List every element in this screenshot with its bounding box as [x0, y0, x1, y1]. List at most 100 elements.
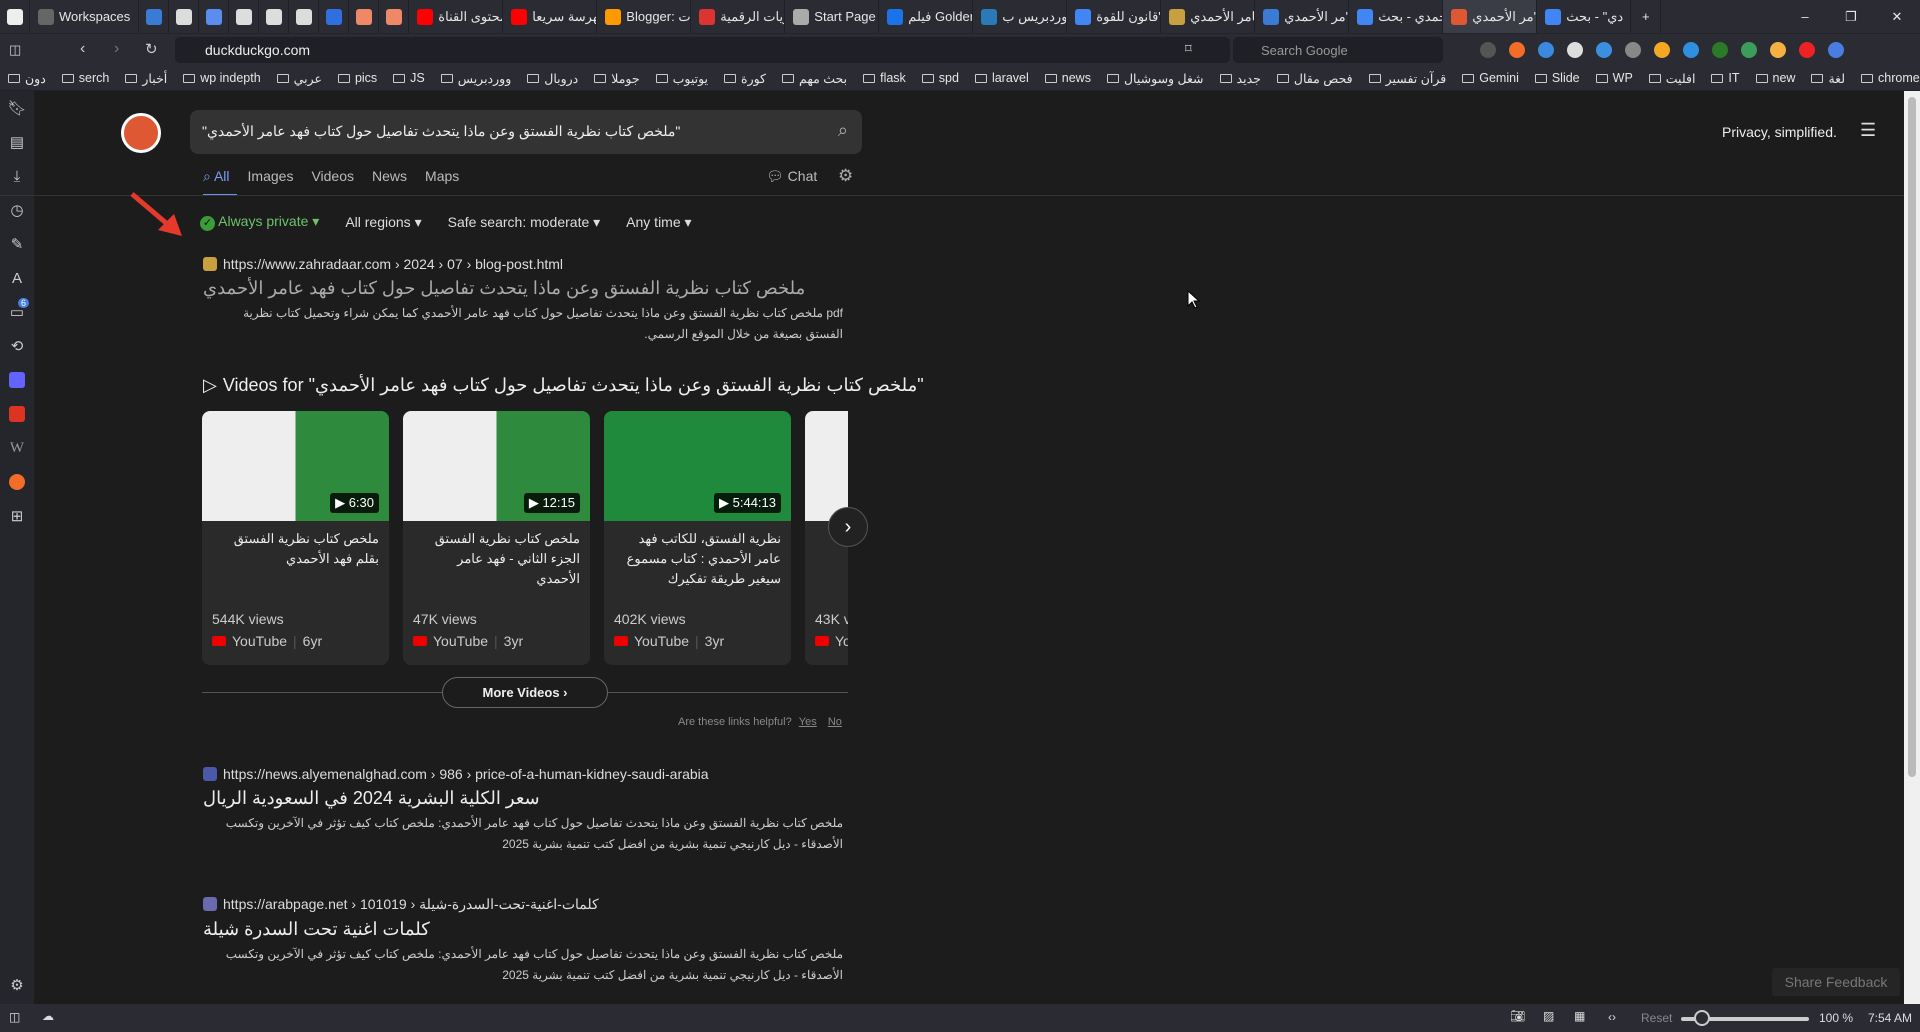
extension-panel-icon[interactable]	[0, 465, 34, 499]
extension-icon[interactable]	[1770, 42, 1786, 58]
privacy-filter[interactable]: ✓ Always private ▾	[200, 213, 319, 231]
region-filter[interactable]: All regions ▾	[345, 214, 421, 231]
mastodon-icon[interactable]	[0, 363, 34, 397]
bookmark-item[interactable]: دروبال	[519, 71, 586, 86]
browser-tab[interactable]	[259, 0, 290, 33]
browser-tab[interactable]: مر الأحمدي"	[1443, 0, 1538, 33]
extension-icon[interactable]	[1567, 42, 1583, 58]
search-engine-field[interactable]: Search Google	[1233, 37, 1443, 63]
extension-icon[interactable]	[1712, 42, 1728, 58]
browser-tab[interactable]: قانون للقوة"	[1067, 0, 1162, 33]
share-feedback-button[interactable]: Share Feedback	[1772, 968, 1900, 996]
scrollbar-thumb[interactable]	[1908, 97, 1916, 777]
bookmark-item[interactable]: Gemini	[1454, 71, 1527, 85]
bookmark-item[interactable]: flask	[855, 71, 914, 85]
zoom-slider-knob[interactable]	[1693, 1010, 1710, 1026]
carousel-next-button[interactable]: ›	[828, 507, 868, 547]
bookmark-item[interactable]: جوملا	[586, 71, 647, 86]
browser-tab[interactable]: ووردبريس ب	[973, 0, 1068, 33]
bookmark-item[interactable]: دون	[0, 71, 54, 86]
bookmark-item[interactable]: pics	[330, 71, 385, 85]
search-query[interactable]: "ملخص كتاب نظرية الفستق وعن ماذا يتحدث ت…	[202, 123, 680, 140]
search-tab-all[interactable]: ⌕ All	[203, 168, 230, 185]
result-url[interactable]: https://arabpage.net › 101019 › كلمات-اغ…	[203, 896, 843, 913]
browser-tab[interactable]	[229, 0, 260, 33]
bookmark-item[interactable]: laravel	[967, 71, 1037, 85]
translate-icon[interactable]: A	[0, 261, 34, 295]
bookmark-item[interactable]: Slide	[1527, 71, 1588, 85]
maximize-button[interactable]: ❐	[1828, 0, 1874, 33]
bookmark-item[interactable]: فحص مقال	[1269, 71, 1361, 86]
yes-link[interactable]: Yes	[799, 716, 817, 728]
videos-header[interactable]: ▷ Videos for "ملخص كتاب نظرية الفستق وعن …	[203, 375, 924, 396]
extension-icon[interactable]	[1625, 42, 1641, 58]
browser-tab[interactable]: فهرسة سريعا	[503, 0, 598, 33]
browser-tab[interactable]	[349, 0, 380, 33]
extension-icon[interactable]	[1683, 42, 1699, 58]
bookmark-item[interactable]: new	[1748, 71, 1804, 85]
browser-tab[interactable]: مر الأحمدي"	[1255, 0, 1350, 33]
panel-toggle-icon[interactable]: ◫	[9, 42, 21, 58]
browser-tab[interactable]	[319, 0, 350, 33]
browser-tab[interactable]: عامر الأحمدي	[1161, 0, 1256, 33]
no-link[interactable]: No	[828, 716, 842, 728]
bookmark-item[interactable]: كورة	[716, 71, 774, 86]
video-card[interactable]: ▶ 6:30 ملخص كتاب نظرية الفستق بقلم فهد ال…	[202, 411, 389, 665]
browser-tab[interactable]	[139, 0, 170, 33]
panel-toggle-icon[interactable]: ◫	[9, 1010, 20, 1024]
browser-tab[interactable]: فيلم Golden	[879, 0, 974, 33]
bookmark-item[interactable]: IT	[1703, 71, 1747, 85]
url-field[interactable]: duckduckgo.com	[175, 37, 1230, 63]
new-tab-button[interactable]: +	[1631, 0, 1662, 33]
scrollbar[interactable]	[1904, 91, 1920, 1004]
search-tab-images[interactable]: Images	[248, 168, 294, 185]
bookmark-item[interactable]: افليت	[1641, 71, 1704, 86]
result-url[interactable]: https://www.zahradaar.com › 2024 › 07 › …	[203, 256, 843, 272]
close-window-button[interactable]: ✕	[1874, 0, 1920, 33]
bookmark-item[interactable]: شغل وسوشيال	[1099, 71, 1212, 86]
browser-tab[interactable]: Start Page	[785, 0, 880, 33]
extension-icon[interactable]	[1509, 42, 1525, 58]
more-videos-button[interactable]: More Videos ›	[442, 677, 608, 708]
images-toggle-icon[interactable]: ▨	[1543, 1009, 1554, 1023]
time-filter[interactable]: Any time ▾	[626, 214, 691, 231]
result-title[interactable]: كلمات اغنية تحت السدرة شيلة	[203, 919, 843, 940]
ddg-logo[interactable]	[121, 113, 161, 153]
browser-tab[interactable]: دي" - بحث	[1537, 0, 1632, 33]
bookmark-item[interactable]: لغة	[1803, 71, 1853, 86]
search-icon[interactable]: ⌕	[838, 120, 848, 141]
chat-button[interactable]: 💬︎ Chat	[766, 168, 817, 185]
sync-icon[interactable]: ⟲	[0, 329, 34, 363]
extension-icon[interactable]	[1828, 42, 1844, 58]
extension-icon[interactable]	[1538, 42, 1554, 58]
add-panel-icon[interactable]: ⊞	[0, 499, 34, 533]
browser-tab[interactable]: ريات الرقمية	[691, 0, 786, 33]
search-box[interactable]: "ملخص كتاب نظرية الفستق وعن ماذا يتحدث ت…	[190, 110, 862, 154]
browser-tab[interactable]: Blogger: ات	[597, 0, 692, 33]
search-tab-maps[interactable]: Maps	[425, 168, 459, 185]
video-card[interactable]: ▶ 12:15 ملخص كتاب نظرية الفستق الجزء الثا…	[403, 411, 590, 665]
browser-tab[interactable]	[289, 0, 320, 33]
browser-tab[interactable]: حمدي - بحث	[1349, 0, 1444, 33]
bookmark-item[interactable]: عربي	[269, 71, 330, 86]
settings-gear-icon[interactable]: ⚙	[838, 166, 853, 186]
wikipedia-icon[interactable]: W	[0, 431, 34, 465]
sync-cloud-icon[interactable]: ☁	[42, 1009, 54, 1023]
bookmark-item[interactable]: يوتيوب	[648, 71, 716, 86]
downloads-icon[interactable]: ⤓	[0, 159, 34, 193]
history-icon[interactable]: ◷	[0, 193, 34, 227]
browser-tab[interactable]: محتوى القناة	[409, 0, 504, 33]
bookmark-item[interactable]: wp indepth	[175, 71, 268, 85]
result-title[interactable]: ملخص كتاب نظرية الفستق وعن ماذا يتحدث تف…	[203, 278, 843, 299]
search-tab-news[interactable]: News	[372, 168, 407, 185]
result-url[interactable]: https://news.alyemenalghad.com › 986 › p…	[203, 766, 843, 782]
bookmark-item[interactable]: spd	[914, 71, 967, 85]
page-actions-icon[interactable]: ‹›	[1608, 1010, 1616, 1024]
extension-icon[interactable]	[1480, 42, 1496, 58]
capture-icon[interactable]: 📷︎	[1510, 1009, 1525, 1023]
forward-button[interactable]: ›	[114, 40, 119, 58]
browser-tab[interactable]	[169, 0, 200, 33]
minimize-button[interactable]: –	[1782, 0, 1828, 33]
vivaldi-social-icon[interactable]	[0, 397, 34, 431]
bookmark-item[interactable]: بحث مهم	[774, 71, 855, 86]
